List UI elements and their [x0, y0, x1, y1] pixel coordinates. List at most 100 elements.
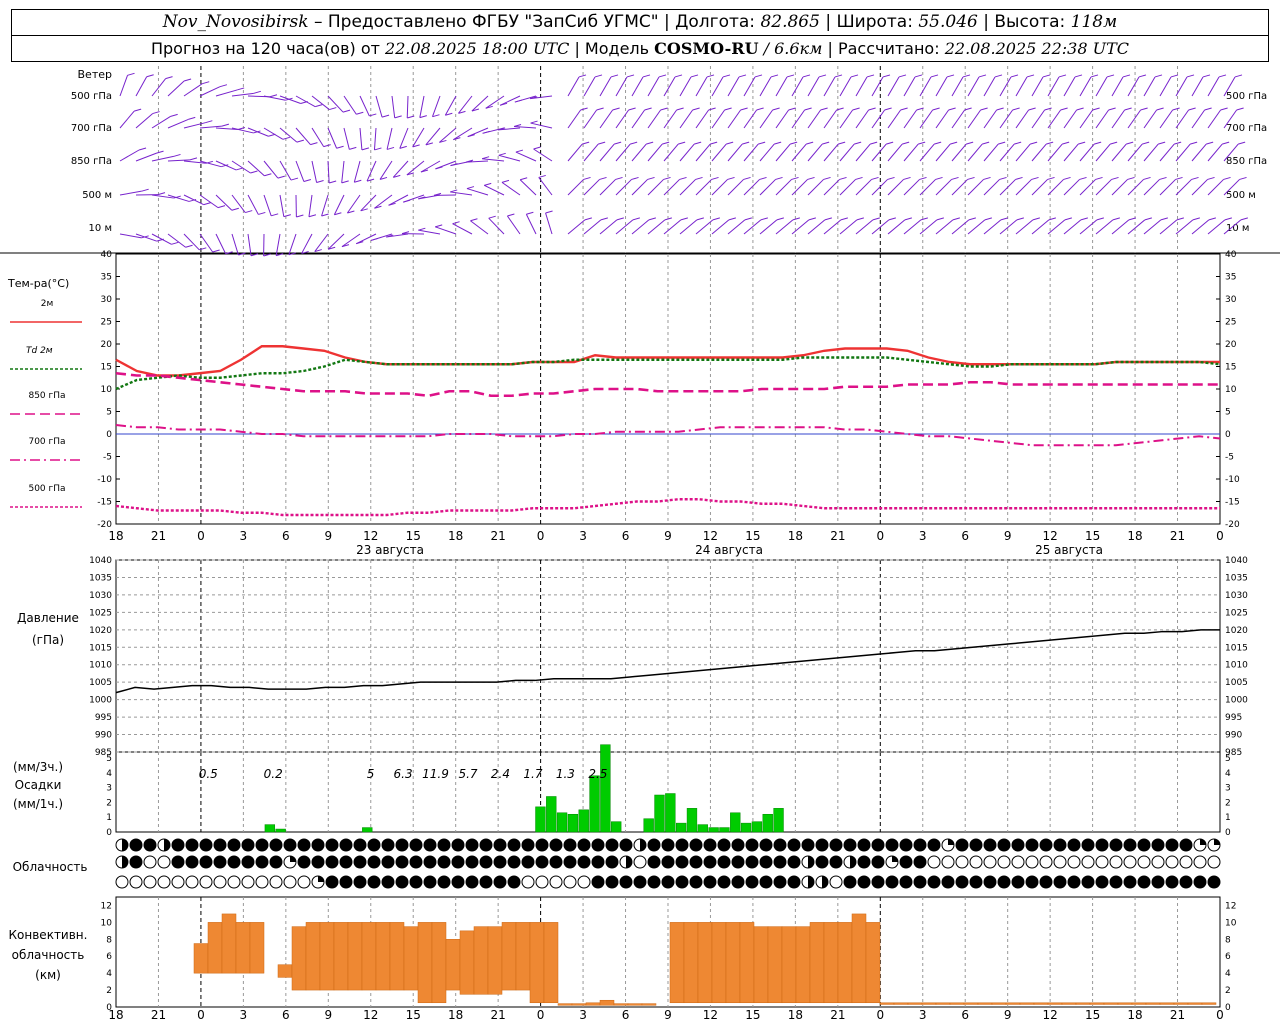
wind-barb-flag [1191, 176, 1199, 180]
cloud-symbol [297, 855, 311, 869]
wind-barb [1191, 76, 1204, 97]
pres-ytick-right: 1035 [1225, 573, 1248, 583]
wind-barb [506, 215, 521, 235]
wind-barb-flag [1143, 176, 1151, 180]
cloud-symbol [787, 838, 801, 852]
wind-barb [727, 143, 743, 162]
station-name: Nov_Novosibirsk [162, 12, 309, 32]
temp-xtick: 0 [1216, 529, 1224, 543]
wind-barb-flag [418, 227, 426, 231]
wind-barb-flag [127, 72, 135, 76]
wind-barb-flag [1046, 141, 1054, 145]
wind-barb [999, 76, 1012, 97]
wind-barb-flag [303, 179, 312, 183]
cloud-symbol [493, 838, 507, 852]
conv-bar [837, 922, 853, 1004]
conv-xtick: 6 [282, 1008, 290, 1022]
wind-barb-flag [1028, 107, 1036, 111]
cloud-symbol [1123, 838, 1137, 852]
cloud-symbol [913, 875, 927, 889]
wind-barb-flag [1174, 141, 1182, 145]
cloud-symbol-quarter [1214, 839, 1220, 845]
wind-barb-flag [951, 176, 959, 180]
precip-bar [762, 813, 773, 833]
cloud-symbol [143, 855, 157, 869]
wind-barb [935, 76, 948, 97]
wind-barb-flag [165, 76, 173, 80]
conv-bar [1075, 1002, 1091, 1005]
wind-barb [663, 76, 676, 97]
wind-barb-flag [742, 141, 750, 145]
wind-barb [791, 76, 804, 97]
cloud-symbol [759, 855, 773, 869]
wind-barb [567, 219, 586, 235]
cloud-symbol [269, 855, 283, 869]
conv-ytick-right: 10 [1225, 918, 1237, 928]
cloud-symbol [675, 838, 689, 852]
wind-barb [135, 113, 153, 129]
cloud-symbol [171, 838, 185, 852]
wind-barb-flag [498, 152, 506, 156]
prec-ytick-right: 1 [1225, 813, 1231, 823]
wind-barb [419, 95, 425, 118]
cloud-symbol [339, 875, 353, 889]
temp-xtick: 3 [579, 529, 587, 543]
wind-barb [583, 219, 602, 235]
wind-barb-flag [188, 116, 196, 120]
wind-barb [871, 179, 888, 196]
wind-barb-flag [1112, 217, 1120, 221]
wind-barb-flag [1014, 141, 1022, 145]
wind-barb-flag [1122, 74, 1131, 78]
wind-barb-flag [674, 74, 683, 78]
temp-xtick: 3 [240, 529, 248, 543]
conv-ylabel: (км) [35, 968, 61, 982]
cloud-symbol [591, 838, 605, 852]
conv-xtick: 12 [363, 1008, 378, 1022]
wind-barb [807, 76, 820, 97]
cloud-symbol [773, 855, 787, 869]
meteogram-chart: Ветер 500 гПа 500 гПа 700 гПа 700 гПа 850 гПа… [0, 66, 1280, 1022]
precip-total: 0.5 [199, 767, 218, 781]
cloud-symbol [325, 838, 339, 852]
wind-barb [1111, 219, 1130, 235]
wind-barb-flag [1126, 141, 1134, 145]
cloud-symbol [409, 875, 423, 889]
wind-barb-flag [253, 90, 261, 94]
wind-barb-flag [695, 176, 703, 180]
conv-bar [1103, 1002, 1119, 1005]
conv-bar [431, 922, 447, 1004]
wind-barb [199, 194, 219, 209]
wind-barb [839, 76, 852, 97]
cloud-symbol [941, 855, 955, 869]
date-label: 23 августа [356, 543, 424, 557]
cloud-symbol [787, 855, 801, 869]
cloud-symbol [367, 875, 381, 889]
wind-barb [412, 127, 425, 148]
cloud-symbol [969, 838, 983, 852]
wind-barb [791, 143, 807, 162]
wind-barb-flag [1090, 74, 1099, 78]
cloud-symbol [297, 838, 311, 852]
wind-barb [327, 233, 345, 250]
precip-total: 1.3 [556, 767, 575, 781]
cloud-symbol [521, 875, 535, 889]
wind-barb-flag [711, 176, 719, 180]
precip-total: 6.3 [394, 767, 413, 781]
temp-ytick: 25 [101, 318, 112, 328]
cloud-symbol [591, 855, 605, 869]
wind-barb [807, 143, 823, 162]
wind-barb [373, 127, 377, 150]
conv-bar [739, 922, 755, 1004]
wind-barb-flag [920, 217, 928, 221]
conv-bar [907, 1002, 923, 1005]
wind-barb [567, 143, 583, 162]
wind-barb [695, 76, 708, 97]
wind-barb [458, 95, 473, 114]
cloud-symbol [1067, 838, 1081, 852]
wind-barb-flag [1192, 217, 1200, 221]
cloud-title: Облачность [13, 860, 88, 874]
wind-barb-flag [1159, 176, 1167, 180]
wind-barb-flag [678, 141, 686, 145]
temp-ytick: 10 [101, 385, 113, 395]
precip-bar [275, 828, 286, 833]
